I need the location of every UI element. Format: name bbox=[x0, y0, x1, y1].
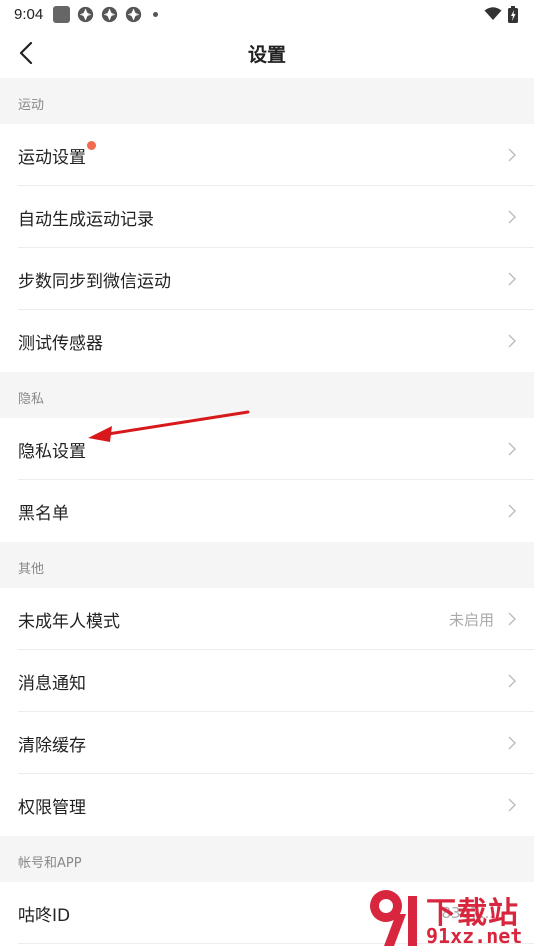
setting-item-label: 自动生成运动记录 bbox=[18, 209, 154, 230]
setting-item-test-sensor[interactable]: 测试传感器 bbox=[0, 310, 534, 372]
settings-list: 运动 运动设置 自动生成运动记录 步数同步到微信运动 测试传感器 隐私 隐私设置… bbox=[0, 78, 534, 944]
app-notification-icon bbox=[126, 6, 142, 22]
chevron-right-icon bbox=[508, 442, 516, 456]
setting-item-label: 咕咚ID bbox=[18, 905, 71, 926]
page-title: 设置 bbox=[247, 44, 286, 66]
more-notifications-icon bbox=[153, 11, 159, 17]
setting-item-privacy-settings[interactable]: 隐私设置 bbox=[0, 418, 534, 480]
watermark-logo bbox=[370, 890, 417, 946]
setting-item-clear-cache[interactable]: 清除缓存 bbox=[0, 712, 534, 774]
setting-item-blacklist[interactable]: 黑名单 bbox=[0, 480, 534, 542]
setting-item-sport-settings[interactable]: 运动设置 bbox=[0, 124, 534, 186]
setting-item-value: 未启用 bbox=[448, 610, 494, 629]
setting-item-label: 测试传感器 bbox=[18, 333, 103, 354]
new-badge-dot bbox=[87, 140, 96, 150]
setting-item-label: 隐私设置 bbox=[18, 441, 86, 462]
chevron-right-icon bbox=[508, 736, 516, 750]
chevron-right-icon bbox=[508, 798, 516, 812]
setting-item-minor-mode[interactable]: 未成年人模式 未启用 bbox=[0, 588, 534, 650]
setting-item-label: 运动设置 bbox=[18, 147, 86, 168]
chevron-right-icon bbox=[508, 674, 516, 688]
watermark: 下载站 91xz.net bbox=[364, 884, 534, 950]
setting-item-permissions[interactable]: 权限管理 bbox=[0, 774, 534, 836]
setting-item-notifications[interactable]: 消息通知 bbox=[0, 650, 534, 712]
chevron-right-icon bbox=[508, 334, 516, 348]
setting-item-label: 消息通知 bbox=[18, 673, 86, 694]
chevron-right-icon bbox=[508, 504, 516, 518]
chevron-right-icon bbox=[508, 148, 516, 162]
setting-item-label: 未成年人模式 bbox=[18, 611, 120, 632]
chevron-right-icon bbox=[508, 210, 516, 224]
wifi-icon bbox=[484, 7, 502, 20]
setting-item-wechat-sync[interactable]: 步数同步到微信运动 bbox=[0, 248, 534, 310]
setting-item-label: 黑名单 bbox=[18, 503, 69, 524]
setting-item-auto-record[interactable]: 自动生成运动记录 bbox=[0, 186, 534, 248]
section-header-other: 其他 bbox=[0, 542, 534, 588]
app-notification-icon bbox=[102, 6, 118, 22]
setting-item-label: 权限管理 bbox=[18, 797, 86, 818]
chevron-right-icon bbox=[508, 272, 516, 286]
app-notification-icon bbox=[78, 6, 94, 22]
setting-item-label: 清除缓存 bbox=[18, 735, 86, 756]
section-header-sport: 运动 bbox=[0, 78, 534, 124]
status-bar: 9:04 bbox=[0, 0, 534, 28]
watermark-text-domain: 91xz.net bbox=[426, 924, 523, 948]
section-header-privacy: 隐私 bbox=[0, 372, 534, 418]
notification-icon bbox=[53, 5, 71, 23]
status-time: 9:04 bbox=[14, 5, 44, 23]
chevron-right-icon bbox=[508, 612, 516, 626]
section-header-account: 帐号和APP bbox=[0, 836, 534, 882]
battery-icon bbox=[508, 5, 518, 23]
nav-bar: 设置 bbox=[0, 28, 534, 78]
setting-item-label: 步数同步到微信运动 bbox=[18, 271, 171, 292]
